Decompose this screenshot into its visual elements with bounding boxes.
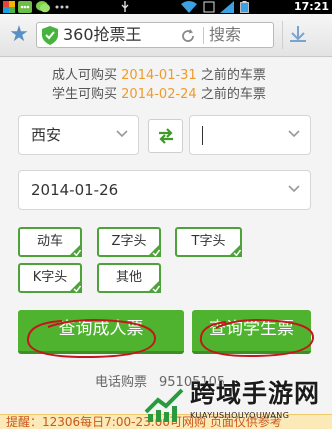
student-notice: 学生可购买 2014-02-24 之前的车票: [52, 86, 332, 103]
train-type-label: T字头: [191, 234, 226, 249]
check-icon: [147, 243, 161, 257]
chevron-down-icon: [288, 185, 300, 193]
msg-icon: [18, 1, 32, 13]
from-station-select[interactable]: 西安: [18, 115, 139, 155]
swap-stations-button[interactable]: [148, 119, 183, 153]
train-type-k[interactable]: K字头: [18, 263, 82, 293]
status-bar: 17:21: [0, 0, 332, 14]
check-icon: [147, 279, 161, 293]
date-select[interactable]: 2014-01-26: [18, 170, 311, 210]
adult-notice: 成人可购买 2014-01-31 之前的车票: [52, 67, 332, 84]
student-notice-prefix: 学生可购买: [52, 87, 118, 102]
date-value: 2014-01-26: [31, 181, 119, 199]
signal-icon: [220, 1, 234, 13]
chevron-down-icon: [116, 130, 128, 138]
query-adult-ticket-button[interactable]: 查询成人票: [18, 310, 184, 354]
more-icon: [55, 5, 69, 9]
watermark-subtitle: KUAYUSHOUYOUWANG: [190, 411, 290, 420]
from-station-value: 西安: [31, 126, 62, 144]
check-icon: [228, 243, 242, 257]
train-type-label: K字头: [32, 270, 68, 285]
check-icon: [68, 279, 82, 293]
usb-icon: [121, 1, 129, 12]
app-icon: [3, 1, 15, 13]
battery-icon: [240, 1, 249, 13]
address-bar[interactable]: 360抢票王 搜索: [36, 22, 274, 48]
query-student-ticket-button[interactable]: 查询学生票: [192, 310, 311, 354]
swap-icon: [158, 128, 173, 144]
adult-notice-prefix: 成人可购买: [52, 68, 118, 83]
shield-icon: [42, 26, 58, 45]
train-type-dongche[interactable]: 动车: [18, 227, 82, 257]
address-divider: [203, 27, 204, 44]
train-type-other[interactable]: 其他: [97, 263, 161, 293]
chevron-down-icon: [288, 130, 300, 138]
watermark-title: 跨域手游网: [190, 379, 321, 408]
download-icon[interactable]: [282, 21, 313, 49]
status-time: 17:21: [293, 0, 329, 13]
wechat-icon: [36, 1, 50, 13]
search-label[interactable]: 搜索: [209, 25, 241, 45]
page-title: 360抢票王: [63, 25, 142, 44]
watermark-logo-icon: [144, 388, 184, 422]
train-type-label: 其他: [115, 270, 142, 285]
sim-icon: [203, 1, 215, 13]
site-watermark: 跨域手游网 KUAYUSHOUYOUWANG: [132, 378, 332, 428]
student-deadline-date: 2014-02-24: [121, 87, 197, 102]
reload-icon[interactable]: [179, 27, 197, 45]
text-cursor: [202, 126, 203, 145]
wifi-icon: [181, 1, 197, 13]
browser-toolbar: ★ 360抢票王 搜索: [0, 14, 332, 57]
student-notice-suffix: 之前的车票: [200, 87, 266, 102]
train-type-label: Z字头: [111, 234, 147, 249]
check-icon: [68, 243, 82, 257]
train-type-z[interactable]: Z字头: [97, 227, 161, 257]
to-station-select[interactable]: [189, 115, 311, 155]
adult-notice-suffix: 之前的车票: [200, 68, 266, 83]
train-type-t[interactable]: T字头: [175, 227, 242, 257]
star-icon[interactable]: ★: [6, 22, 32, 48]
train-type-label: 动车: [36, 234, 63, 249]
adult-deadline-date: 2014-01-31: [121, 68, 197, 83]
